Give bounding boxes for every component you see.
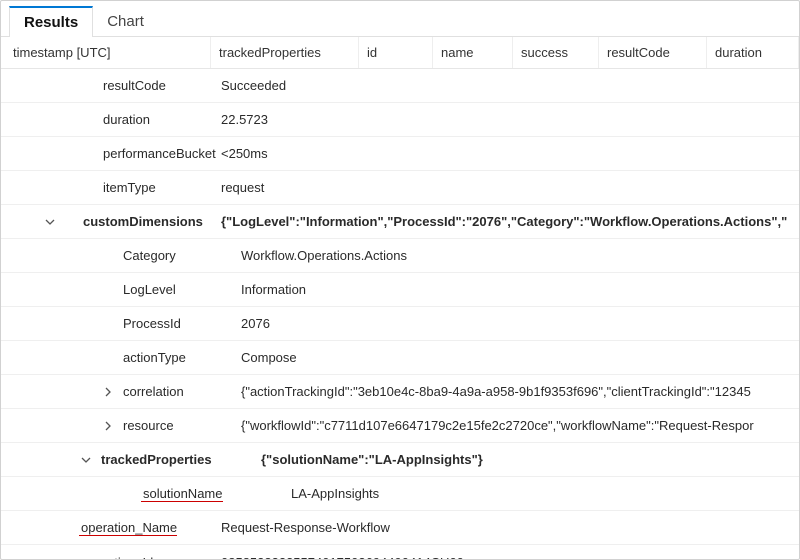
- tab-chart[interactable]: Chart: [93, 5, 158, 36]
- key-duration: duration: [101, 112, 150, 127]
- key-category: Category: [121, 248, 176, 263]
- key-customdimensions: customDimensions: [81, 214, 203, 229]
- row-loglevel[interactable]: LogLevel Information: [1, 273, 799, 307]
- results-body: resultCode Succeeded duration 22.5723 pe…: [1, 69, 799, 560]
- val-processid: 2076: [221, 316, 799, 331]
- key-operationname: operation_Name: [79, 520, 177, 536]
- col-id[interactable]: id: [359, 37, 433, 68]
- chevron-right-icon[interactable]: [101, 419, 115, 433]
- key-solutionname: solutionName: [141, 486, 223, 502]
- key-resource: resource: [121, 418, 174, 433]
- row-operationname[interactable]: operation_Name Request-Response-Workflow: [1, 511, 799, 545]
- val-itemtype: request: [221, 180, 799, 195]
- val-trackedproperties: {"solutionName":"LA-AppInsights"}: [261, 452, 799, 467]
- val-operationid: 08585283235574017503694490414CU00: [221, 555, 799, 560]
- val-customdimensions: {"LogLevel":"Information","ProcessId":"2…: [221, 214, 799, 229]
- column-headers: timestamp [UTC] trackedProperties id nam…: [1, 37, 799, 69]
- val-performancebucket: <250ms: [221, 146, 799, 161]
- row-actiontype[interactable]: actionType Compose: [1, 341, 799, 375]
- tab-results[interactable]: Results: [9, 6, 93, 37]
- row-performancebucket[interactable]: performanceBucket <250ms: [1, 137, 799, 171]
- key-trackedproperties: trackedProperties: [99, 452, 212, 467]
- chevron-down-icon[interactable]: [43, 215, 57, 229]
- row-correlation[interactable]: correlation {"actionTrackingId":"3eb10e4…: [1, 375, 799, 409]
- row-operationid[interactable]: operation_Id 085852832355740175036944904…: [1, 545, 799, 560]
- row-trackedproperties[interactable]: trackedProperties {"solutionName":"LA-Ap…: [1, 443, 799, 477]
- val-category: Workflow.Operations.Actions: [221, 248, 799, 263]
- row-resource[interactable]: resource {"workflowId":"c7711d107e664717…: [1, 409, 799, 443]
- key-operationid: operation_Id: [79, 555, 153, 560]
- val-resource: {"workflowId":"c7711d107e6647179c2e15fe2…: [221, 418, 799, 433]
- row-resultcode[interactable]: resultCode Succeeded: [1, 69, 799, 103]
- col-name[interactable]: name: [433, 37, 513, 68]
- col-trackedproperties[interactable]: trackedProperties: [211, 37, 359, 68]
- val-loglevel: Information: [221, 282, 799, 297]
- row-processid[interactable]: ProcessId 2076: [1, 307, 799, 341]
- key-itemtype: itemType: [101, 180, 156, 195]
- col-timestamp[interactable]: timestamp [UTC]: [1, 37, 211, 68]
- val-correlation: {"actionTrackingId":"3eb10e4c-8ba9-4a9a-…: [221, 384, 799, 399]
- row-customdimensions[interactable]: customDimensions {"LogLevel":"Informatio…: [1, 205, 799, 239]
- row-duration[interactable]: duration 22.5723: [1, 103, 799, 137]
- tabs-bar: Results Chart: [1, 1, 799, 37]
- val-duration: 22.5723: [221, 112, 799, 127]
- col-resultcode[interactable]: resultCode: [599, 37, 707, 68]
- row-itemtype[interactable]: itemType request: [1, 171, 799, 205]
- val-operationname: Request-Response-Workflow: [221, 520, 799, 535]
- key-resultcode: resultCode: [101, 78, 166, 93]
- val-actiontype: Compose: [221, 350, 799, 365]
- row-solutionname[interactable]: solutionName LA-AppInsights: [1, 477, 799, 511]
- chevron-right-icon[interactable]: [101, 385, 115, 399]
- chevron-down-icon[interactable]: [79, 453, 93, 467]
- key-correlation: correlation: [121, 384, 184, 399]
- key-loglevel: LogLevel: [121, 282, 176, 297]
- col-duration[interactable]: duration: [707, 37, 799, 68]
- key-actiontype: actionType: [121, 350, 186, 365]
- key-processid: ProcessId: [121, 316, 181, 331]
- val-resultcode: Succeeded: [221, 78, 799, 93]
- val-solutionname: LA-AppInsights: [261, 486, 799, 501]
- col-success[interactable]: success: [513, 37, 599, 68]
- row-category[interactable]: Category Workflow.Operations.Actions: [1, 239, 799, 273]
- key-performancebucket: performanceBucket: [101, 146, 216, 161]
